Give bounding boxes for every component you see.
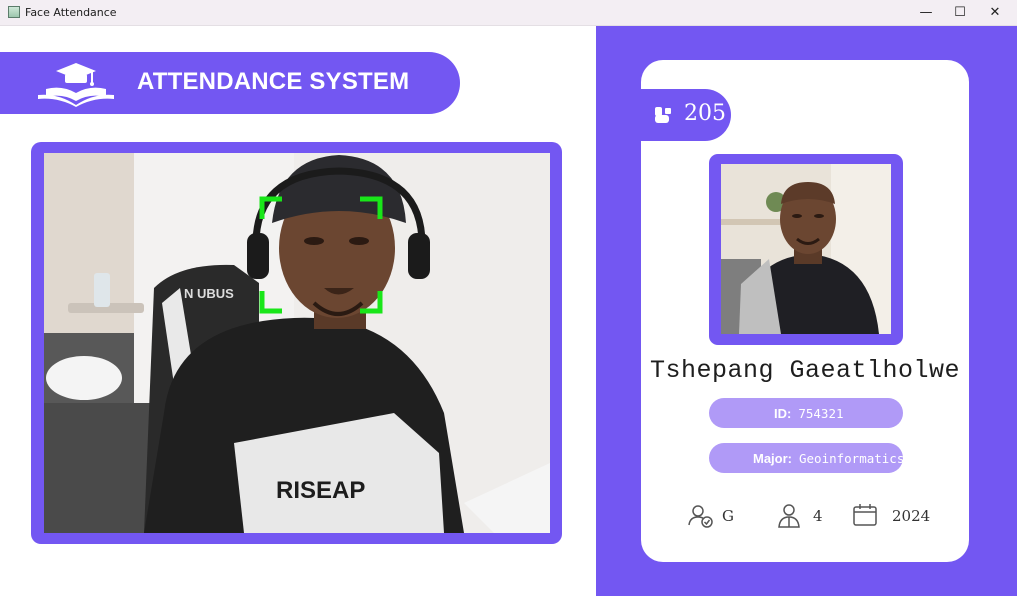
graduation-cap-book-icon <box>38 63 114 107</box>
attendance-count: 205 <box>684 101 726 126</box>
student-id-pill: ID: 754321 <box>709 398 903 428</box>
student-year: 4 <box>813 507 823 525</box>
maximize-button[interactable]: ☐ <box>943 0 977 25</box>
student-photo-image <box>721 164 891 334</box>
window-title: Face Attendance <box>25 6 117 19</box>
student-photo-frame <box>709 154 903 345</box>
student-major-value: Geoinformatics <box>799 450 905 466</box>
attendance-count-tab: 205 <box>641 89 731 141</box>
student-major-label: Major: <box>753 450 792 466</box>
student-photo <box>721 164 891 334</box>
student-standing: G <box>722 507 734 525</box>
close-button[interactable]: ✕ <box>978 0 1012 25</box>
student-id-value: 754321 <box>798 405 844 421</box>
header-banner: ATTENDANCE SYSTEM <box>0 52 460 114</box>
user-check-icon <box>688 505 713 528</box>
student-user-icon <box>778 504 800 528</box>
camera-frame: N UBUS RISEAP <box>31 142 562 544</box>
student-major-pill: Major: Geoinformatics <box>709 443 905 473</box>
app-header-title: ATTENDANCE SYSTEM <box>137 68 410 95</box>
user-contact-icon <box>655 107 671 123</box>
minimize-button[interactable]: — <box>909 0 943 25</box>
student-starting-year: 2024 <box>892 507 931 525</box>
svg-text:N UBUS: N UBUS <box>184 286 234 301</box>
svg-text:RISEAP: RISEAP <box>276 477 365 504</box>
webcam-image: N UBUS RISEAP <box>44 153 550 533</box>
student-id-label: ID: <box>774 405 792 421</box>
webcam-feed: N UBUS RISEAP <box>44 153 550 533</box>
window-titlebar: Face Attendance — ☐ ✕ <box>0 0 1017 26</box>
app-icon <box>8 6 20 18</box>
calendar-icon <box>853 504 877 526</box>
student-name: Tshepang Gaeatlholwe <box>649 356 961 385</box>
